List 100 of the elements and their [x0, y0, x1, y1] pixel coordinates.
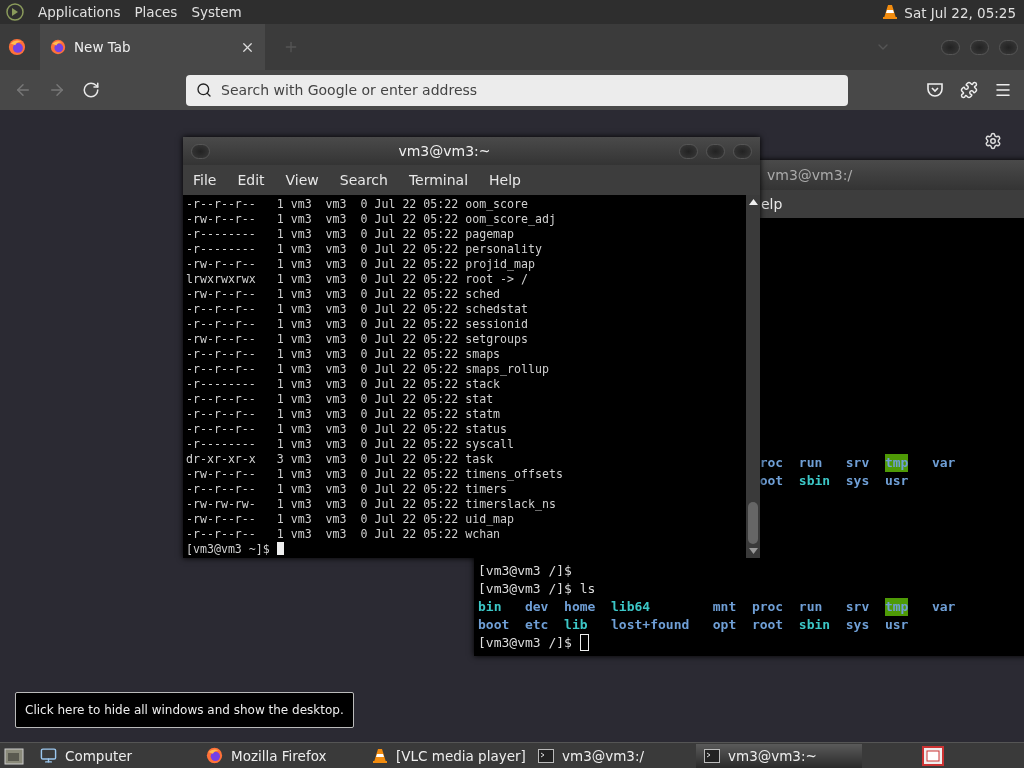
- terminal-line: -r-------- 1 vm3 vm3 0 Jul 22 05:22 personality: [186, 242, 543, 257]
- maximize-button[interactable]: [706, 143, 725, 159]
- file-name: var: [931, 598, 956, 616]
- minimize-button[interactable]: [941, 39, 960, 55]
- extensions-icon[interactable]: [960, 81, 978, 99]
- terminal-icon: [704, 748, 720, 763]
- taskbar-item[interactable]: [VLC media player]: [364, 743, 530, 768]
- menu-icon[interactable]: [994, 81, 1012, 99]
- scroll-thumb[interactable]: [748, 502, 758, 544]
- file-name: lib64: [611, 598, 651, 616]
- clock: Sat Jul 22, 05:25: [882, 3, 1016, 21]
- file-name: mnt: [712, 598, 737, 616]
- firefox-icon: [206, 747, 223, 764]
- file-name: usr: [884, 472, 909, 490]
- terminal-icon: [538, 748, 554, 763]
- panel-menu[interactable]: Applications: [38, 4, 121, 20]
- close-button[interactable]: [733, 143, 752, 159]
- maximize-button[interactable]: [970, 39, 989, 55]
- file-name: tmp: [884, 454, 909, 472]
- menu-item[interactable]: File: [193, 172, 217, 188]
- window-title: vm3@vm3:~: [397, 143, 492, 159]
- app-menu-icon: [6, 3, 24, 21]
- menu-item[interactable]: Search: [339, 172, 388, 188]
- taskbar-item[interactable]: vm3@vm3:/: [530, 743, 696, 768]
- terminal-line: [vm3@vm3 /]$ ls: [478, 580, 597, 598]
- scroll-up-icon[interactable]: [748, 199, 758, 205]
- file-name: lib: [564, 616, 588, 634]
- terminal-line: -r-------- 1 vm3 vm3 0 Jul 22 05:22 stack: [186, 377, 502, 392]
- file-name: sbin: [798, 616, 831, 634]
- terminal-line: -r--r--r-- 1 vm3 vm3 0 Jul 22 05:22 status: [186, 422, 509, 437]
- terminal-line: -rw-r--r-- 1 vm3 vm3 0 Jul 22 05:22 timens_offsets: [186, 467, 564, 482]
- file-name: dev: [524, 598, 549, 616]
- scrollbar[interactable]: [746, 195, 760, 558]
- minimize-button[interactable]: [679, 143, 698, 159]
- window-menu-button[interactable]: [191, 143, 210, 159]
- taskbar-item[interactable]: vm3@vm3:~: [696, 743, 862, 768]
- file-name: boot: [478, 616, 510, 634]
- terminal-line: -rw-r--r-- 1 vm3 vm3 0 Jul 22 05:22 oom_score_adj: [186, 212, 557, 227]
- terminal-prompt: [vm3@vm3 /]$: [478, 634, 573, 652]
- file-name: home: [564, 598, 596, 616]
- firefox-icon: [50, 39, 66, 55]
- menu-item[interactable]: View: [285, 172, 319, 188]
- file-name: proc: [751, 598, 784, 616]
- menu-item[interactable]: Edit: [237, 172, 265, 188]
- settings-icon[interactable]: [984, 132, 1002, 150]
- terminal-line: -r--r--r-- 1 vm3 vm3 0 Jul 22 05:22 statm: [186, 407, 502, 422]
- pocket-icon[interactable]: [926, 81, 944, 99]
- terminal-line: -r--r--r-- 1 vm3 vm3 0 Jul 22 05:22 stat: [186, 392, 495, 407]
- show-desktop-icon[interactable]: [4, 745, 26, 766]
- taskbar-item[interactable]: Mozilla Firefox: [198, 743, 364, 768]
- taskbar-item[interactable]: Computer: [32, 743, 198, 768]
- file-name: var: [931, 454, 956, 472]
- monitor-icon: [40, 747, 57, 764]
- file-name: tmp: [884, 598, 909, 616]
- menu-item[interactable]: Terminal: [408, 172, 469, 188]
- panel-menu[interactable]: System: [191, 4, 242, 20]
- tooltip: Click here to hide all windows and show the desktop.: [15, 692, 354, 728]
- menu-item[interactable]: Help: [489, 172, 521, 188]
- file-name: sys: [845, 616, 870, 634]
- file-name: oot: [759, 472, 784, 490]
- file-name: srv: [845, 598, 870, 616]
- file-name: run: [798, 454, 823, 472]
- terminal-line: -rw-r--r-- 1 vm3 vm3 0 Jul 22 05:22 projid_map: [186, 257, 536, 272]
- terminal-line: -rw-r--r-- 1 vm3 vm3 0 Jul 22 05:22 uid_map: [186, 512, 516, 527]
- terminal-line: -r--r--r-- 1 vm3 vm3 0 Jul 22 05:22 smaps: [186, 347, 502, 362]
- browser-tab[interactable]: New Tab: [40, 24, 265, 70]
- reload-icon[interactable]: [82, 81, 100, 99]
- close-button[interactable]: [999, 39, 1018, 55]
- terminal-line: -rw-r--r-- 1 vm3 vm3 0 Jul 22 05:22 setgroups: [186, 332, 530, 347]
- address-field[interactable]: Search with Google or enter address: [186, 74, 848, 106]
- panel-menu[interactable]: Places: [134, 4, 178, 20]
- terminal-line: -rw-rw-rw- 1 vm3 vm3 0 Jul 22 05:22 timerslack_ns: [186, 497, 557, 512]
- window-list-icon[interactable]: [922, 745, 944, 766]
- terminal-line: -r--r--r-- 1 vm3 vm3 0 Jul 22 05:22 wchan: [186, 527, 502, 542]
- search-icon: [196, 82, 212, 98]
- file-name: roc: [759, 454, 784, 472]
- file-name: opt: [712, 616, 737, 634]
- terminal-line: -r--r--r-- 1 vm3 vm3 0 Jul 22 05:22 smaps_rollup: [186, 362, 550, 377]
- terminal-line: -r-------- 1 vm3 vm3 0 Jul 22 05:22 syscall: [186, 437, 516, 452]
- traffic-cone-icon: [882, 3, 899, 20]
- terminal-line: -r--r--r-- 1 vm3 vm3 0 Jul 22 05:22 schedstat: [186, 302, 530, 317]
- terminal-line: -r--r--r-- 1 vm3 vm3 0 Jul 22 05:22 sessionid: [186, 317, 530, 332]
- terminal-line: -r--r--r-- 1 vm3 vm3 0 Jul 22 05:22 oom_score: [186, 197, 530, 212]
- scroll-down-icon[interactable]: [748, 548, 758, 554]
- terminal-line: -r-------- 1 vm3 vm3 0 Jul 22 05:22 pagemap: [186, 227, 516, 242]
- file-name: root: [751, 616, 784, 634]
- terminal-line: [vm3@vm3 /]$: [478, 562, 573, 580]
- file-name: srv: [845, 454, 870, 472]
- file-name: lost+found: [611, 616, 690, 634]
- file-name: sbin: [798, 472, 831, 490]
- file-name: bin: [478, 598, 502, 616]
- cursor: [579, 634, 589, 651]
- menu-item[interactable]: elp: [761, 196, 783, 212]
- terminal-line: -rw-r--r-- 1 vm3 vm3 0 Jul 22 05:22 sched: [186, 287, 502, 302]
- terminal-line: -r--r--r-- 1 vm3 vm3 0 Jul 22 05:22 timers: [186, 482, 509, 497]
- terminal-line: dr-xr-xr-x 3 vm3 vm3 0 Jul 22 05:22 task: [186, 452, 495, 467]
- cursor: [276, 542, 284, 555]
- window-title: vm3@vm3:/: [767, 167, 853, 183]
- firefox-icon: [8, 38, 26, 56]
- file-name: sys: [845, 472, 870, 490]
